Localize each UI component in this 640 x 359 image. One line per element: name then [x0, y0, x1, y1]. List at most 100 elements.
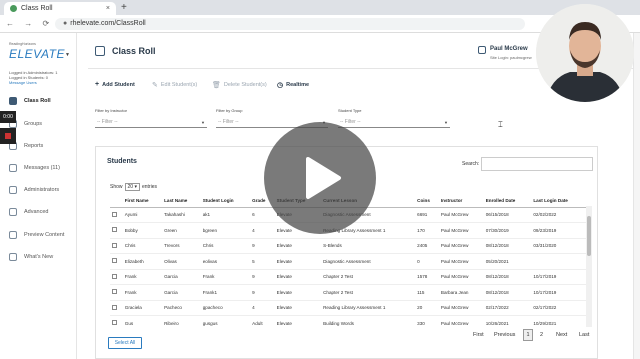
row-select-cell [110, 222, 123, 239]
row-checkbox[interactable] [112, 227, 117, 233]
row-select-cell [110, 315, 123, 327]
realtime-button[interactable]: ◷ Realtime [277, 81, 309, 89]
table-cell: Ayumi [122, 207, 163, 223]
presenter-portrait-icon [536, 4, 634, 102]
entries-label: entries [141, 184, 157, 190]
delete-student-button[interactable]: 🗑 Delete Student(s) [212, 81, 267, 89]
select-column-header[interactable] [110, 194, 123, 208]
table-row[interactable]: Frank Garcia Frank 9 Elevate Chapter 2 Test 15… [110, 269, 586, 285]
table-cell: Trevors [162, 238, 201, 254]
new-tab-button[interactable]: + [121, 2, 127, 13]
column-header[interactable]: First Name [122, 194, 163, 208]
sidebar-item-whats-new[interactable]: What's New [9, 253, 53, 261]
table-cell: eolivas [200, 253, 251, 270]
table-cell: 02/17/2022 [483, 300, 532, 316]
table-cell: Elizabeth [122, 253, 163, 270]
table-cell: 115 [415, 284, 439, 301]
table-cell: Frank [122, 284, 163, 301]
record-stop-button[interactable] [0, 128, 16, 144]
whats-new-icon [9, 253, 17, 261]
window-scrollbar[interactable] [633, 33, 640, 359]
table-cell: 4 [250, 300, 275, 316]
table-cell: Elevate [274, 238, 322, 254]
pagination-last[interactable]: Last [579, 332, 589, 338]
recorder-timer[interactable]: 0:00 [0, 111, 16, 123]
browser-tab[interactable]: Class Roll × [4, 2, 116, 15]
add-student-button[interactable]: + Add Student [95, 81, 135, 88]
table-cell: 02/17/2022 [531, 300, 586, 316]
table-cell: 9 [250, 269, 275, 285]
table-row[interactable]: Graciela Pacheco gpacheco 4 Elevate Reading L… [110, 300, 586, 316]
table-scrollbar[interactable] [586, 206, 592, 327]
table-row[interactable]: Gus Ribeiro gusgus Adult Elevate Building Wor… [110, 315, 586, 327]
table-cell: Frank [200, 269, 251, 285]
table-cell: Chapter 2 Test [321, 284, 416, 301]
row-checkbox[interactable] [112, 289, 117, 295]
student-type-select[interactable]: -- Filter -- ▼ [338, 117, 450, 128]
user-site-login: Site Login: paulmcgrew [490, 55, 532, 60]
table-cell: Paul McGrew [438, 222, 484, 239]
table-cell: 10/17/2019 [531, 269, 586, 285]
nav-arrows-icon[interactable]: ← → ⟳ [6, 19, 53, 28]
edit-student-button[interactable]: ✎ Edit Student(s) [152, 81, 197, 89]
search-input[interactable] [481, 157, 593, 171]
play-icon [306, 157, 341, 199]
table-cell: Pacheco [162, 300, 201, 316]
table-cell: Paul McGrew [438, 207, 484, 223]
pagination-next[interactable]: Next [556, 332, 567, 338]
message-users-link[interactable]: Message Users [9, 80, 57, 85]
table-cell: Elevate [274, 300, 322, 316]
table-cell: ak1 [200, 207, 251, 223]
column-header[interactable]: Instructor [438, 194, 484, 208]
table-cell: 10/26/2021 [483, 315, 532, 327]
column-header[interactable]: Coins [415, 194, 439, 208]
video-play-button[interactable] [264, 122, 376, 234]
column-header[interactable]: Enrolled Date [483, 194, 532, 208]
table-cell: Frank [122, 269, 163, 285]
row-select-cell [110, 207, 123, 223]
realtime-label: Realtime [286, 82, 310, 88]
sidebar-item-administrators[interactable]: Administrators [9, 186, 59, 194]
pagination-previous[interactable]: Previous [494, 332, 515, 338]
sidebar-item-label: Groups [24, 121, 43, 127]
pagination-page-1[interactable]: 1 [523, 329, 533, 341]
table-row[interactable]: Frank Garcia Frank1 9 Elevate Chapter 2 Test 1… [110, 284, 586, 301]
row-checkbox[interactable] [112, 242, 117, 248]
sidebar-item-preview-content[interactable]: Preview Content [9, 231, 64, 239]
column-header[interactable]: Last Name [162, 194, 201, 208]
pagination-first[interactable]: First [473, 332, 484, 338]
select-all-button[interactable]: Select All [108, 337, 142, 349]
url-field[interactable]: ● rhelevate.com/ClassRoll [55, 18, 525, 30]
add-student-label: Add Student [102, 81, 135, 88]
sidebar-item-messages[interactable]: Messages (11) [9, 164, 60, 172]
table-cell: 03/31/2020 [531, 238, 586, 254]
clock-icon: ◷ [277, 82, 284, 89]
user-icon [478, 46, 486, 54]
row-checkbox[interactable] [112, 320, 117, 326]
sidebar-item-class-roll[interactable]: Class Roll [9, 97, 51, 105]
table-cell: Chris [122, 238, 163, 254]
table-cell: bgreen [200, 222, 251, 239]
table-cell: 5 [250, 253, 275, 270]
scrollbar-thumb[interactable] [587, 216, 591, 256]
table-row[interactable]: Elizabeth Olivas eolivas 5 Elevate Diagnostic… [110, 253, 586, 270]
row-checkbox[interactable] [112, 273, 117, 279]
column-header[interactable]: Last Login Date [531, 194, 586, 208]
entries-select[interactable]: 20 ▾ [124, 183, 140, 191]
table-cell: 1578 [415, 269, 439, 285]
logo[interactable]: ELEVATE [9, 47, 65, 61]
chevron-down-icon[interactable]: ▼ [65, 52, 70, 58]
table-cell: gpacheco [200, 300, 251, 316]
filter-instructor-select[interactable]: -- Filter -- ▼ [95, 117, 207, 128]
row-checkbox[interactable] [112, 304, 117, 310]
row-checkbox[interactable] [112, 258, 117, 264]
pagination-page-2[interactable]: 2 [540, 332, 543, 338]
filter-placeholder: -- Filter -- [340, 119, 361, 125]
table-cell: Bobby [122, 222, 163, 239]
close-tab-icon[interactable]: × [106, 5, 110, 12]
row-checkbox[interactable] [112, 211, 117, 217]
sidebar-item-advanced[interactable]: Advanced [9, 208, 48, 216]
column-header[interactable]: Student Login [200, 194, 251, 208]
user-name[interactable]: Paul McGrew [490, 46, 528, 52]
table-row[interactable]: Chris Trevors Chris 9 Elevate S-Blends 2405 Pau… [110, 238, 586, 254]
